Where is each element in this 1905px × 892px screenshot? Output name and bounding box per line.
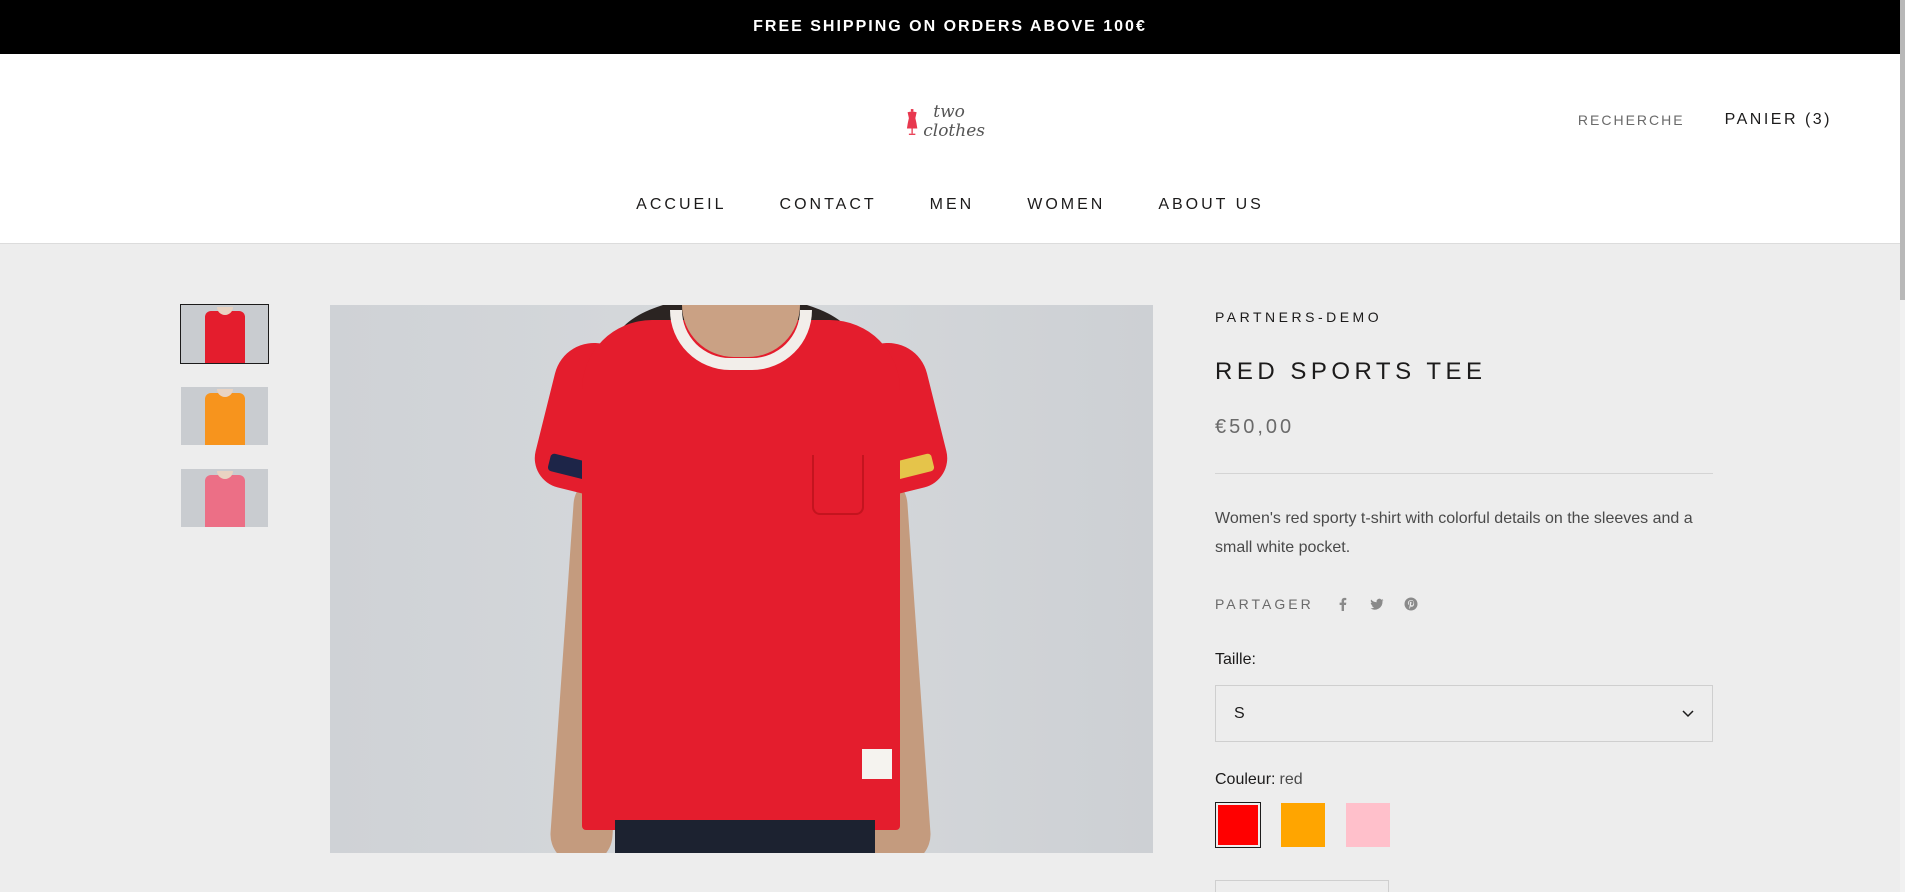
swatch-pink[interactable] bbox=[1345, 802, 1391, 848]
logo-line-1: two bbox=[933, 102, 965, 122]
thumbnail-pink[interactable] bbox=[181, 469, 268, 527]
nav-item-men[interactable]: MEN bbox=[930, 196, 975, 214]
chevron-down-icon bbox=[1682, 705, 1694, 723]
swatch-orange-fill bbox=[1281, 803, 1325, 847]
logo-wordmark: two clothes bbox=[923, 103, 985, 141]
product-title: RED SPORTS TEE bbox=[1215, 358, 1487, 385]
swatch-orange[interactable] bbox=[1280, 802, 1326, 848]
announcement-bar: FREE SHIPPING ON ORDERS ABOVE 100€ bbox=[0, 0, 1900, 54]
swatch-pink-fill bbox=[1346, 803, 1390, 847]
shirt-pocket bbox=[812, 455, 864, 515]
product-vendor[interactable]: PARTNERS-DEMO bbox=[1215, 309, 1382, 325]
share-row: PARTAGER bbox=[1215, 596, 1418, 612]
divider bbox=[1215, 473, 1713, 474]
nav-item-about-us[interactable]: ABOUT US bbox=[1158, 196, 1264, 214]
pinterest-icon[interactable] bbox=[1404, 597, 1418, 611]
twitter-icon[interactable] bbox=[1370, 597, 1384, 611]
shirt-body bbox=[582, 320, 900, 830]
thumbnail-list bbox=[180, 304, 269, 527]
site-header: two clothes RECHERCHE PANIER (3) ACCUEIL… bbox=[0, 54, 1900, 244]
main-nav: ACCUEIL CONTACT MEN WOMEN ABOUT US bbox=[0, 196, 1900, 214]
size-select[interactable]: S bbox=[1215, 685, 1713, 742]
dress-form-icon bbox=[906, 109, 918, 135]
header-actions: RECHERCHE PANIER (3) bbox=[1578, 111, 1832, 129]
thumbnail-shirt bbox=[205, 475, 245, 527]
announcement-text: FREE SHIPPING ON ORDERS ABOVE 100€ bbox=[753, 18, 1147, 35]
product-price: €50,00 bbox=[1215, 416, 1295, 438]
quantity-selector[interactable] bbox=[1215, 880, 1389, 892]
logo-line-2: clothes bbox=[923, 121, 985, 141]
nav-item-contact[interactable]: CONTACT bbox=[780, 196, 877, 214]
product-main-image[interactable] bbox=[330, 305, 1153, 853]
swatch-red[interactable] bbox=[1215, 802, 1261, 848]
swatch-red-fill bbox=[1218, 805, 1258, 845]
site-logo[interactable]: two clothes bbox=[905, 98, 985, 146]
color-label-row: Couleur: red bbox=[1215, 771, 1303, 789]
nav-item-women[interactable]: WOMEN bbox=[1027, 196, 1105, 214]
page-scrollbar[interactable] bbox=[1900, 0, 1905, 892]
share-label: PARTAGER bbox=[1215, 596, 1314, 612]
shirt-tag bbox=[862, 749, 892, 779]
thumbnail-shirt bbox=[205, 311, 245, 363]
size-label: Taille: bbox=[1215, 651, 1256, 668]
thumbnail-shirt bbox=[205, 393, 245, 445]
product-description: Women's red sporty t-shirt with colorful… bbox=[1215, 510, 1693, 556]
nav-item-accueil[interactable]: ACCUEIL bbox=[636, 196, 726, 214]
product-section: PARTNERS-DEMO RED SPORTS TEE €50,00 Wome… bbox=[0, 244, 1900, 892]
model-pants bbox=[615, 820, 875, 853]
cart-link[interactable]: PANIER (3) bbox=[1725, 111, 1832, 129]
color-value: red bbox=[1279, 771, 1303, 788]
thumbnail-red[interactable] bbox=[180, 304, 269, 364]
thumbnail-orange[interactable] bbox=[181, 387, 268, 445]
search-link[interactable]: RECHERCHE bbox=[1578, 112, 1685, 128]
facebook-icon[interactable] bbox=[1336, 597, 1350, 611]
size-value: S bbox=[1234, 704, 1245, 722]
scrollbar-thumb[interactable] bbox=[1900, 0, 1905, 300]
color-label: Couleur: bbox=[1215, 771, 1276, 788]
color-swatches bbox=[1215, 802, 1391, 848]
